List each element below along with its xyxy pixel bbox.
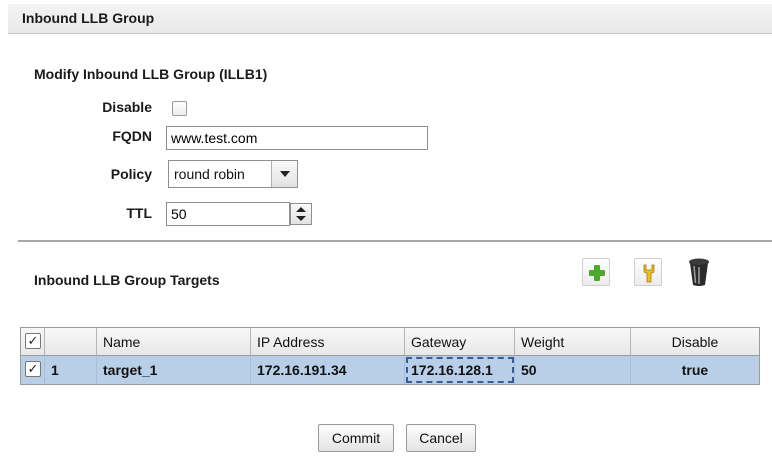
column-header-weight[interactable]: Weight: [515, 328, 631, 356]
fqdn-input[interactable]: [166, 126, 428, 150]
header-select-all[interactable]: ✓: [21, 328, 45, 356]
ttl-spinner[interactable]: [290, 203, 312, 225]
window-title: Inbound LLB Group: [22, 10, 155, 26]
table-header: ✓ Name IP Address Gateway Weight Disable: [21, 328, 759, 356]
cell-disable[interactable]: true: [631, 356, 759, 384]
plus-icon: [589, 265, 605, 281]
column-header-name[interactable]: Name: [97, 328, 251, 356]
cell-ip[interactable]: 172.16.191.34: [251, 356, 405, 384]
ttl-input[interactable]: [166, 202, 290, 226]
cancel-button[interactable]: Cancel: [406, 424, 476, 452]
row-checkbox[interactable]: ✓: [25, 361, 41, 377]
trash-icon: [689, 258, 709, 286]
column-header-ip[interactable]: IP Address: [251, 328, 405, 356]
column-header-gateway[interactable]: Gateway: [405, 328, 515, 356]
chevron-down-icon[interactable]: [271, 161, 297, 187]
targets-heading: Inbound LLB Group Targets: [34, 272, 220, 288]
disable-label: Disable: [102, 99, 152, 115]
cell-gateway[interactable]: 172.16.128.1: [405, 356, 515, 384]
row-select-cell[interactable]: ✓: [21, 356, 45, 384]
table-row[interactable]: ✓ 1 target_1 172.16.191.34 172.16.128.1 …: [21, 356, 759, 384]
add-target-button[interactable]: [582, 258, 610, 286]
policy-label: Policy: [110, 166, 152, 182]
form-heading: Modify Inbound LLB Group (ILLB1): [34, 66, 268, 82]
targets-table: ✓ Name IP Address Gateway Weight Disable…: [20, 327, 760, 385]
wrench-icon: [643, 264, 655, 283]
column-header-disable[interactable]: Disable: [631, 328, 759, 356]
policy-value: round robin: [174, 166, 245, 182]
row-index: 1: [45, 356, 97, 384]
edit-target-button[interactable]: [634, 258, 662, 286]
header-index: [45, 328, 97, 356]
select-all-checkbox[interactable]: ✓: [25, 333, 41, 349]
commit-button[interactable]: Commit: [318, 424, 394, 452]
ttl-label: TTL: [126, 205, 152, 221]
cell-weight[interactable]: 50: [515, 356, 631, 384]
section-divider: [18, 240, 772, 242]
title-bar: Inbound LLB Group: [8, 4, 772, 34]
spin-up-icon[interactable]: [296, 207, 306, 212]
disable-checkbox[interactable]: [172, 101, 187, 116]
fqdn-label: FQDN: [112, 128, 152, 144]
delete-target-button[interactable]: [684, 256, 714, 288]
spin-down-icon[interactable]: [296, 216, 306, 221]
cell-name[interactable]: target_1: [97, 356, 251, 384]
policy-select[interactable]: round robin: [168, 160, 298, 188]
